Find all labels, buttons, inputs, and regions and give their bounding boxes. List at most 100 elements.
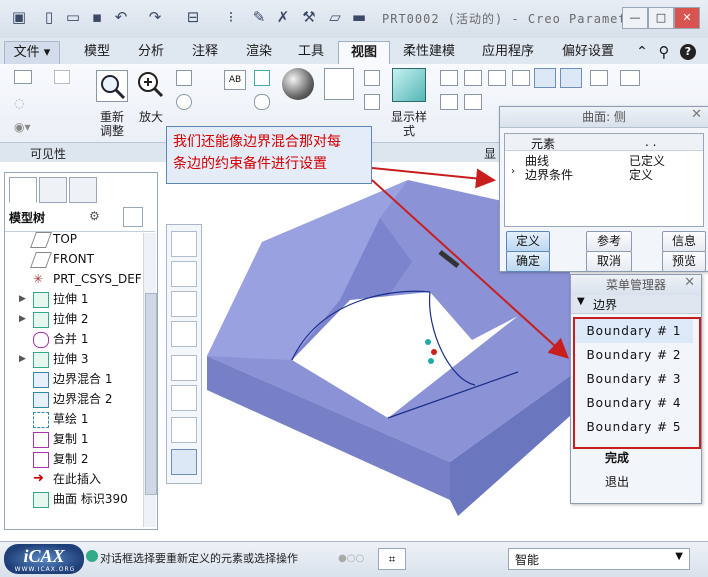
zoom-in-icon[interactable] [136, 70, 164, 98]
reorient-icon[interactable] [96, 70, 128, 102]
axis-display-icon[interactable] [464, 70, 482, 86]
ok-button[interactable]: 确定 [506, 251, 550, 272]
menu-section-header[interactable]: ▼ 边界 [571, 295, 701, 314]
element-row[interactable]: 曲线 已定义 [505, 152, 703, 168]
boundary-item-4[interactable]: Boundary # 4 [575, 391, 693, 415]
open-folder-icon[interactable]: ▭ [64, 8, 82, 26]
surface-icon [33, 492, 49, 508]
arrow-to-dialog [371, 167, 496, 189]
folder-icon[interactable]: ▬ [350, 8, 368, 26]
tab-view[interactable]: 视图 [338, 41, 390, 65]
tab-render[interactable]: 渲染 [234, 41, 284, 63]
close-button[interactable]: ✕ [674, 7, 700, 29]
close-icon[interactable]: ✕ [684, 275, 695, 290]
define-button[interactable]: 定义 [506, 231, 550, 252]
refit-icon[interactable] [171, 231, 197, 257]
saved-orientations-icon[interactable] [171, 291, 197, 317]
repaint-icon[interactable] [171, 355, 197, 381]
boundary-item-1[interactable]: Boundary # 1 [575, 319, 693, 343]
status-icon[interactable] [54, 70, 70, 84]
show-icon[interactable]: ◉▾ [14, 120, 31, 134]
datum-display-filters-icon[interactable] [171, 385, 197, 411]
save-icon[interactable]: ▪ [88, 8, 106, 26]
tree-scrollbar[interactable] [143, 233, 157, 527]
tab-analysis[interactable]: 分析 [126, 41, 176, 63]
delete-sketch-icon[interactable]: ✗ [274, 8, 292, 26]
tab-flexible-modeling[interactable]: 柔性建模 [394, 41, 464, 63]
tab-applications[interactable]: 应用程序 [472, 41, 544, 63]
point-display-icon[interactable] [488, 70, 506, 86]
element-row[interactable]: › 边界条件 定义 [505, 166, 703, 182]
tab-preferences[interactable]: 偏好设置 [552, 41, 624, 63]
progress-dots-icon: ●○○ [338, 553, 365, 564]
appearance-sphere-icon[interactable] [282, 68, 314, 100]
plane-tag-icon[interactable] [440, 94, 458, 110]
tab-favorites[interactable] [69, 177, 97, 203]
window-icon[interactable]: ▱ [326, 8, 344, 26]
tab-folder-browser[interactable] [39, 177, 67, 203]
zoom-out-icon[interactable] [176, 94, 192, 110]
preview-button[interactable]: 预览 [662, 251, 706, 272]
section-icon[interactable] [364, 94, 380, 110]
info-button[interactable]: 信息 [662, 231, 706, 252]
extrude-icon [33, 312, 49, 328]
expand-icon[interactable]: ▶ [19, 309, 26, 329]
maximize-button[interactable]: □ [648, 7, 674, 29]
redo-icon[interactable]: ↷ [146, 8, 164, 26]
regenerate-icon[interactable]: ⊟ [184, 8, 202, 26]
new-file-icon[interactable]: ▯ [40, 8, 58, 26]
appearance-icon[interactable] [254, 70, 270, 86]
pan-icon[interactable] [176, 70, 192, 86]
tab-tools[interactable]: 工具 [286, 41, 336, 63]
minimize-button[interactable]: — [622, 7, 648, 29]
undo-icon[interactable]: ↶ [112, 8, 130, 26]
tool-icon[interactable]: ⚒ [300, 8, 318, 26]
search-icon[interactable]: ⚲ [654, 41, 674, 63]
view-manager-icon-2[interactable] [171, 417, 197, 443]
regen-manager-icon[interactable]: ⁝ [222, 8, 240, 26]
tree-settings-icon[interactable]: ⚙ [89, 209, 105, 223]
expand-icon[interactable]: › [511, 166, 515, 177]
display-style-icon[interactable] [392, 68, 426, 102]
selection-filter-dropdown[interactable]: 智能 ▼ [508, 548, 690, 570]
reference-button[interactable]: 参考 [586, 231, 632, 252]
window-layout-icon[interactable] [620, 70, 640, 86]
status-indicator-icon [86, 550, 98, 562]
spin-center-icon[interactable] [534, 68, 556, 88]
zoom-in-label: 放大 [138, 110, 163, 124]
zoom-window-icon[interactable] [171, 261, 197, 287]
quit-menu-item[interactable]: 退出 [605, 473, 629, 490]
datum-tag-icon[interactable] [560, 68, 582, 88]
csys-display-icon[interactable] [512, 70, 530, 86]
help-icon[interactable]: ? [678, 41, 698, 63]
expand-icon[interactable]: ▶ [19, 289, 26, 309]
tab-annotate[interactable]: 注释 [180, 41, 230, 63]
plane-display-icon[interactable] [440, 70, 458, 86]
find-binoculars-icon[interactable]: ⌗ [378, 548, 406, 570]
annotation-display-icon-2[interactable] [171, 321, 197, 347]
boundary-item-2[interactable]: Boundary # 2 [575, 343, 693, 367]
tree-scrollbar-thumb[interactable] [145, 293, 157, 495]
tab-model[interactable]: 模型 [72, 41, 122, 63]
layers-icon[interactable] [14, 70, 32, 84]
close-icon[interactable]: ✕ [691, 107, 702, 122]
model-tree-header[interactable]: 模型树 [9, 209, 45, 226]
zoom-icon-2[interactable] [254, 94, 270, 110]
boundary-item-3[interactable]: Boundary # 3 [575, 367, 693, 391]
hide-icon[interactable]: ◌ [14, 96, 30, 110]
cancel-button[interactable]: 取消 [586, 251, 632, 272]
tab-file[interactable]: 文件 ▾ [4, 41, 60, 64]
done-menu-item[interactable]: 完成 [605, 449, 629, 466]
expand-icon[interactable]: ▶ [19, 349, 26, 369]
sketch-icon[interactable]: ✎ [250, 8, 268, 26]
annotation-display-icon[interactable]: AB [224, 70, 246, 90]
axis-tag-icon[interactable] [464, 94, 482, 110]
view-manager-icon[interactable] [324, 68, 354, 100]
tab-model-tree[interactable] [9, 177, 37, 203]
checklist-icon[interactable] [590, 70, 608, 86]
minimize-ribbon-icon[interactable]: ⌃ [632, 41, 652, 63]
boundary-item-5[interactable]: Boundary # 5 [575, 415, 693, 439]
tree-filter-icon[interactable] [123, 207, 143, 227]
perspective-icon[interactable] [364, 70, 380, 86]
spin-center-toggle-icon[interactable] [171, 449, 197, 475]
